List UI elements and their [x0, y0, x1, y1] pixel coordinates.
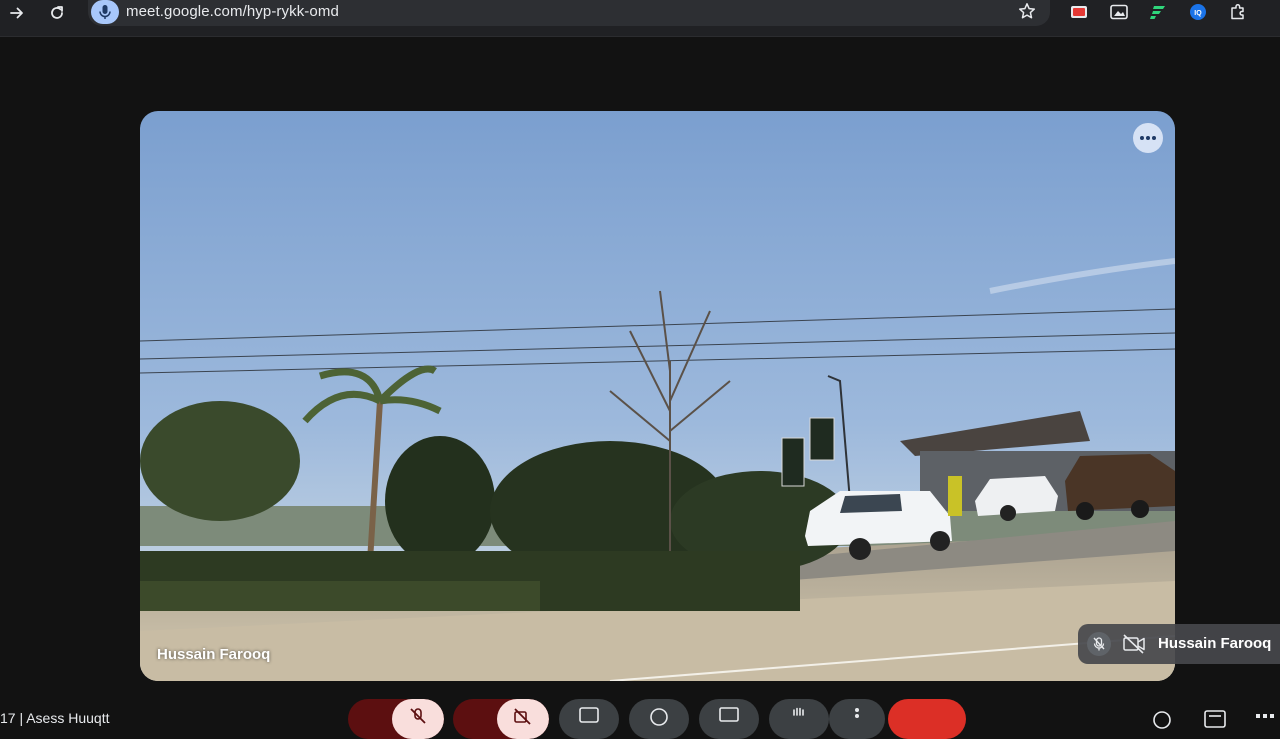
self-view-name: Hussain Farooq: [1158, 635, 1272, 652]
url-text[interactable]: meet.google.com/hyp-rykk-omd: [126, 3, 339, 20]
raise-hand-icon: [793, 707, 804, 716]
self-view-tile[interactable]: Hussain Farooq: [1078, 624, 1280, 664]
picture-in-picture-icon: [1110, 4, 1128, 20]
extension-iq-button[interactable]: IQ: [1188, 2, 1208, 22]
mic-off-icon: [1093, 637, 1105, 651]
mic-off-icon: [410, 708, 426, 724]
address-bar[interactable]: meet.google.com/hyp-rykk-omd: [88, 0, 1050, 26]
camera-off-icon: [1123, 634, 1145, 654]
youtube-extension-button[interactable]: [1069, 2, 1089, 22]
meeting-info-button[interactable]: [1152, 710, 1172, 735]
more-options-icon: [855, 708, 859, 718]
end-call-button[interactable]: [888, 699, 966, 739]
voice-search-button[interactable]: [91, 0, 119, 24]
participant-video-tile[interactable]: Hussain Farooq: [140, 111, 1175, 681]
extension-iq-icon: IQ: [1190, 4, 1206, 20]
present-icon: [719, 707, 739, 722]
svg-text:IQ: IQ: [1194, 10, 1202, 17]
mic-toggle-button[interactable]: [348, 699, 444, 739]
emoji-reaction-button[interactable]: [629, 699, 689, 739]
people-icon: [1204, 710, 1226, 728]
camera-off-icon: [514, 708, 531, 725]
extension-f-icon: [1150, 6, 1165, 19]
camera-toggle-button[interactable]: [453, 699, 549, 739]
star-icon: [1018, 3, 1036, 19]
more-options-button[interactable]: [1133, 123, 1163, 153]
more-options-icon: [1140, 136, 1156, 140]
end-call-icon: [888, 711, 889, 712]
participant-name-label: Hussain Farooq: [157, 646, 271, 663]
activities-button[interactable]: [1254, 710, 1276, 735]
activities-icon: [1256, 714, 1274, 718]
self-mic-status: [1087, 632, 1111, 656]
reload-icon: [51, 6, 63, 19]
picture-in-picture-button[interactable]: [1109, 2, 1129, 22]
mic-icon: [99, 5, 111, 19]
extensions-button[interactable]: [1228, 2, 1248, 22]
browser-toolbar: meet.google.com/hyp-rykk-omd IQ: [0, 0, 1280, 37]
meeting-time-and-code: 17 | Asess Huuqtt: [0, 710, 110, 726]
info-icon: [1153, 711, 1171, 729]
extensions-puzzle-icon: [1231, 3, 1244, 20]
present-screen-button[interactable]: [699, 699, 759, 739]
raise-hand-button[interactable]: [769, 699, 829, 739]
bookmark-button[interactable]: [1018, 2, 1036, 25]
extension-f-button[interactable]: [1148, 2, 1168, 22]
captions-button[interactable]: [559, 699, 619, 739]
self-camera-status: [1122, 633, 1146, 660]
youtube-extension-icon: [1071, 6, 1087, 18]
people-button[interactable]: [1204, 710, 1226, 735]
forward-button[interactable]: [0, 0, 34, 26]
forward-icon: [10, 7, 23, 19]
video-feed: [140, 111, 1175, 681]
more-controls-button[interactable]: [829, 699, 885, 739]
reload-button[interactable]: [40, 0, 74, 26]
emoji-icon: [650, 708, 668, 726]
captions-icon: [579, 707, 599, 723]
